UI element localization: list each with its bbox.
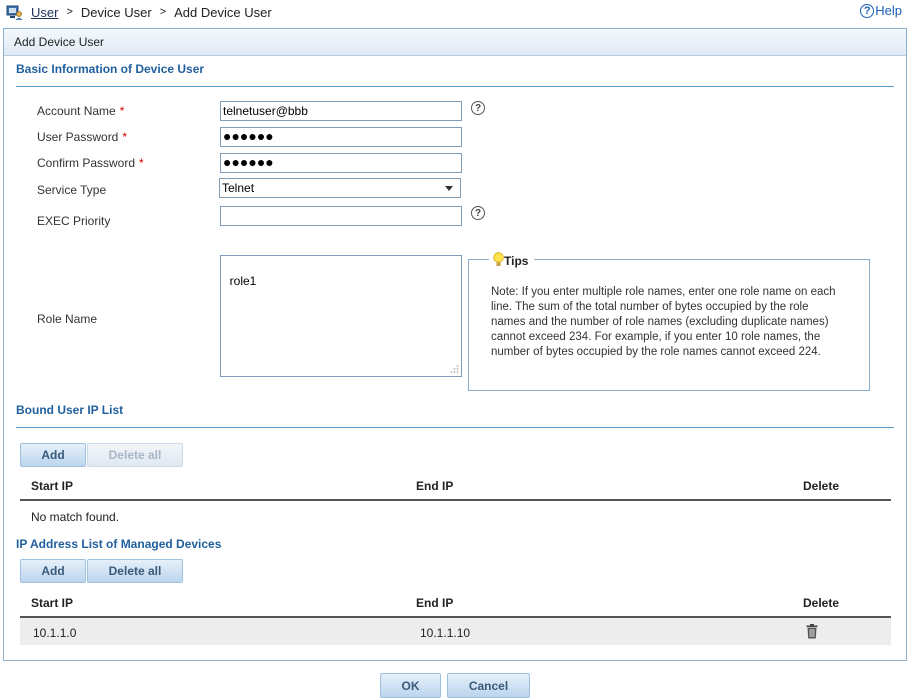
section-divider xyxy=(16,427,894,428)
service-type-value: Telnet xyxy=(222,181,255,195)
user-management-icon xyxy=(6,5,23,20)
breadcrumb-separator: > xyxy=(66,6,73,18)
lightbulb-icon xyxy=(493,252,504,266)
service-type-label: Service Type xyxy=(37,183,107,197)
bound-ip-col-start: Start IP xyxy=(31,479,74,493)
section-divider xyxy=(16,86,894,87)
account-name-label: Account Name * xyxy=(37,104,124,118)
managed-ip-add-button[interactable]: Add xyxy=(20,559,86,583)
role-name-textarea[interactable]: role1 xyxy=(220,255,462,377)
bound-ip-delete-all-button[interactable]: Delete all xyxy=(87,443,183,467)
exec-priority-label: EXEC Priority xyxy=(37,214,111,228)
managed-ip-row-end: 10.1.1.10 xyxy=(420,626,471,640)
required-mark: * xyxy=(139,156,144,170)
ok-button[interactable]: OK xyxy=(380,673,441,698)
user-password-label-text: User Password xyxy=(37,130,119,144)
account-help-icon[interactable]: ? xyxy=(471,101,485,115)
breadcrumb-user-link[interactable]: User xyxy=(31,5,58,20)
table-header-line xyxy=(20,499,891,501)
user-password-label: User Password * xyxy=(37,130,127,144)
exec-priority-input[interactable] xyxy=(220,206,462,226)
basic-info-title: Basic Information of Device User xyxy=(16,62,205,76)
bound-ip-col-delete: Delete xyxy=(803,479,840,493)
role-name-label: Role Name xyxy=(37,312,98,326)
account-name-input[interactable]: telnetuser@bbb xyxy=(220,101,462,121)
chevron-down-icon xyxy=(445,185,453,191)
help-icon: ? xyxy=(860,3,875,18)
breadcrumb-separator: > xyxy=(159,6,167,18)
tips-box: Tips Note: If you enter multiple role na… xyxy=(468,252,870,391)
bound-ip-empty-text: No match found. xyxy=(31,510,120,524)
breadcrumb-current: Add Device User xyxy=(174,4,272,20)
managed-ip-col-start: Start IP xyxy=(31,596,74,610)
tips-title: Tips xyxy=(504,254,529,268)
user-password-input[interactable]: ●●●●●● xyxy=(220,127,462,147)
bound-ip-col-end: End IP xyxy=(416,479,454,493)
confirm-password-input[interactable]: ●●●●●● xyxy=(220,153,462,173)
account-name-label-text: Account Name xyxy=(37,104,116,118)
managed-ip-delete-all-button[interactable]: Delete all xyxy=(87,559,183,583)
managed-ip-col-end: End IP xyxy=(416,596,454,610)
help-label: Help xyxy=(875,3,902,18)
tips-text: Note: If you enter multiple role names, … xyxy=(491,286,836,358)
bound-ip-title: Bound User IP List xyxy=(16,403,124,417)
breadcrumb: User > Device User > Add Device User xyxy=(6,3,272,21)
role-name-value: role1 xyxy=(229,274,257,288)
tips-legend: Tips xyxy=(489,252,535,268)
help-link[interactable]: ? Help xyxy=(860,3,902,18)
managed-ip-title: IP Address List of Managed Devices xyxy=(16,537,222,551)
trash-icon[interactable] xyxy=(806,624,818,639)
bound-ip-add-button[interactable]: Add xyxy=(20,443,86,467)
panel-title: Add Device User xyxy=(4,29,906,56)
required-mark: * xyxy=(119,104,125,118)
exec-priority-help-icon[interactable]: ? xyxy=(471,206,485,220)
cancel-button[interactable]: Cancel xyxy=(447,673,530,698)
managed-ip-col-delete: Delete xyxy=(803,596,840,610)
confirm-password-label-text: Confirm Password xyxy=(37,156,136,170)
breadcrumb-device-user: Device User xyxy=(80,4,152,20)
managed-ip-row-start: 10.1.1.0 xyxy=(33,626,77,640)
resize-grip-icon[interactable] xyxy=(449,364,459,374)
service-type-select[interactable]: Telnet xyxy=(219,178,461,198)
confirm-password-label: Confirm Password * xyxy=(37,156,144,170)
required-mark: * xyxy=(122,130,128,144)
